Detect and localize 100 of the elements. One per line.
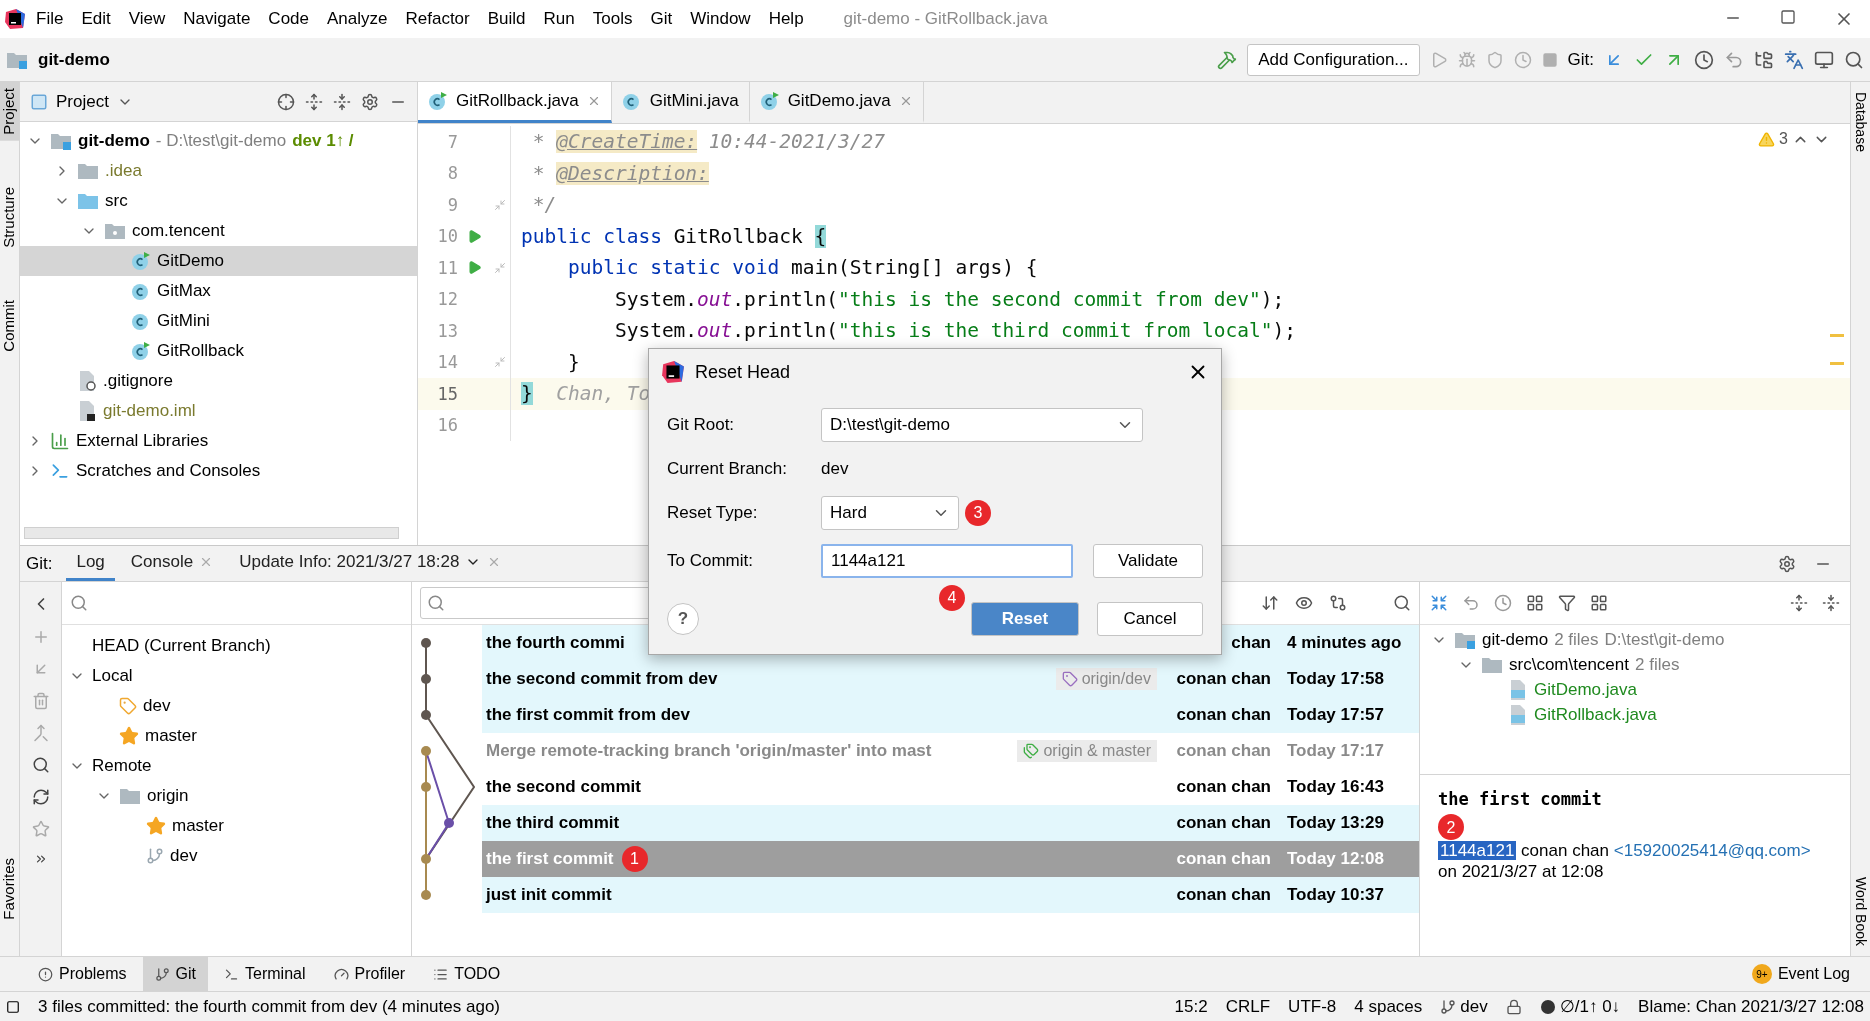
collapse-all-icon[interactable] [333, 92, 351, 111]
menu-item[interactable]: Edit [73, 9, 119, 29]
help-button[interactable]: ? [667, 603, 699, 635]
tool-window-button[interactable]: Git [142, 957, 209, 991]
menu-item[interactable]: Tools [584, 9, 641, 29]
menu-item[interactable]: Help [760, 9, 812, 29]
hammer-icon[interactable] [1217, 49, 1238, 70]
settings-icon[interactable] [1778, 554, 1796, 573]
layout-icon[interactable] [1590, 594, 1608, 612]
tree-item[interactable]: GitMax [20, 276, 417, 306]
log-row[interactable]: the third commit conan chan Today 13:29 [482, 805, 1419, 841]
branch-item[interactable]: dev [62, 691, 411, 721]
branch-item[interactable]: Remote [62, 751, 411, 781]
log-tab[interactable]: Update Info: 2021/3/27 18:28 [229, 546, 512, 581]
rollback-icon[interactable] [1724, 49, 1744, 70]
log-row[interactable]: just init commit conan chan Today 10:37 [482, 877, 1419, 913]
event-log-button[interactable]: Event Log [1777, 965, 1850, 983]
group-icon[interactable] [1526, 594, 1544, 612]
locate-icon[interactable] [277, 92, 295, 111]
validate-button[interactable]: Validate [1093, 544, 1203, 578]
caret-position[interactable]: 15:2 [1174, 996, 1208, 1017]
tool-window-button[interactable]: Profiler [321, 957, 418, 991]
tree-item[interactable]: External Libraries [20, 426, 417, 456]
log-row[interactable]: the second commit from dev origin/dev conan chan Today 17:58 [482, 661, 1419, 697]
collapse-icon[interactable] [1430, 594, 1448, 612]
tree-item[interactable]: GitDemo [20, 246, 417, 276]
eye-icon[interactable] [1295, 594, 1313, 612]
reset-type-dropdown[interactable]: Hard [821, 496, 959, 530]
tree-item[interactable]: Scratches and Consoles [20, 456, 417, 486]
branch-item[interactable]: HEAD (Current Branch) [62, 631, 411, 661]
editor-tab[interactable]: GitRollback.java [418, 82, 612, 123]
refresh-icon[interactable] [31, 788, 50, 806]
tool-window-button[interactable]: TODO [421, 957, 513, 991]
branch-item[interactable]: dev [62, 841, 411, 871]
search-icon[interactable] [1393, 594, 1411, 612]
menu-item[interactable]: Code [260, 9, 317, 29]
branch-item[interactable]: master [62, 721, 411, 751]
add-configuration-button[interactable]: Add Configuration... [1247, 43, 1420, 76]
tool-window-tab[interactable]: Project [0, 82, 19, 141]
changes-item[interactable]: src\com\tencent 2 files [1420, 652, 1850, 677]
tool-window-tab[interactable]: Commit [0, 293, 19, 358]
menu-item[interactable]: Navigate [175, 9, 259, 29]
tree-item[interactable]: git-demo.iml [20, 396, 417, 426]
menu-item[interactable]: File [28, 9, 72, 29]
editor-tab[interactable]: GitMini.java [611, 82, 750, 123]
tool-window-button[interactable]: Terminal [212, 957, 318, 991]
menu-item[interactable]: View [120, 9, 174, 29]
translate-icon[interactable] [1784, 49, 1804, 70]
menu-item[interactable]: Run [535, 9, 583, 29]
changes-item[interactable]: GitRollback.java [1420, 702, 1850, 727]
history-icon[interactable] [1694, 49, 1714, 70]
tree-item[interactable]: git-demo - D:\test\git-demo dev 1↑ / [20, 126, 417, 156]
commit-input[interactable]: 1144a121 [821, 544, 1073, 578]
menu-item[interactable]: Window [682, 9, 759, 29]
tree-item[interactable]: GitRollback [20, 336, 417, 366]
cancel-button[interactable]: Cancel [1097, 602, 1203, 636]
menu-item[interactable]: Git [642, 9, 681, 29]
run-icon[interactable] [466, 260, 482, 276]
tree-item[interactable]: src [20, 186, 417, 216]
branch-item[interactable]: master [62, 811, 411, 841]
log-row[interactable]: the first commit 1 conan chan Today 12:08 [482, 841, 1419, 877]
revert-icon[interactable] [1462, 594, 1480, 612]
changes-item[interactable]: GitDemo.java [1420, 677, 1850, 702]
file-encoding[interactable]: UTF-8 [1288, 996, 1337, 1017]
expand-all-icon[interactable] [1790, 594, 1808, 612]
maximize-icon[interactable] [1780, 9, 1796, 25]
tree-item[interactable]: .idea [20, 156, 417, 186]
branch-item[interactable]: Local [62, 661, 411, 691]
menu-item[interactable]: Refactor [397, 9, 478, 29]
tree-item[interactable]: GitMini [20, 306, 417, 336]
log-tab[interactable]: Log [66, 546, 115, 581]
log-tab[interactable]: Console [120, 546, 224, 581]
line-separator[interactable]: CRLF [1225, 996, 1271, 1017]
settings-icon[interactable] [361, 92, 379, 111]
menu-item[interactable]: Build [479, 9, 534, 29]
history-icon[interactable] [1494, 594, 1512, 612]
tree-item[interactable]: com.tencent [20, 216, 417, 246]
log-row[interactable]: the first commit from dev conan chan Today 17:57 [482, 697, 1419, 733]
reset-button[interactable]: Reset [971, 602, 1079, 636]
tool-window-tab[interactable]: Database [1851, 92, 1870, 152]
expand-all-icon[interactable] [305, 92, 323, 111]
lock-icon[interactable] [1505, 998, 1522, 1015]
tool-window-button[interactable]: Problems [26, 957, 139, 991]
star-icon[interactable] [31, 820, 50, 838]
branch-name[interactable]: dev [1460, 996, 1488, 1017]
indent-setting[interactable]: 4 spaces [1354, 996, 1423, 1017]
panel-title[interactable]: Project [56, 91, 109, 112]
filter-icon[interactable] [1558, 594, 1576, 612]
tool-window-tab[interactable]: Structure [0, 180, 19, 254]
sort-icon[interactable] [1261, 594, 1279, 612]
menu-item[interactable]: Analyze [319, 9, 396, 29]
email-link[interactable]: <15920025414@qq.com> [1613, 841, 1811, 860]
blame-info[interactable]: Blame: Chan 2021/3/27 12:08 [1638, 996, 1864, 1017]
tool-window-tab[interactable]: Favorites [0, 852, 19, 926]
search-icon[interactable] [31, 756, 50, 774]
status-toggle-icon[interactable] [6, 999, 20, 1014]
screen-icon[interactable] [1814, 49, 1834, 70]
search-icon[interactable] [1844, 49, 1864, 70]
tree-item[interactable]: .gitignore [20, 366, 417, 396]
run-icon[interactable] [466, 228, 482, 244]
